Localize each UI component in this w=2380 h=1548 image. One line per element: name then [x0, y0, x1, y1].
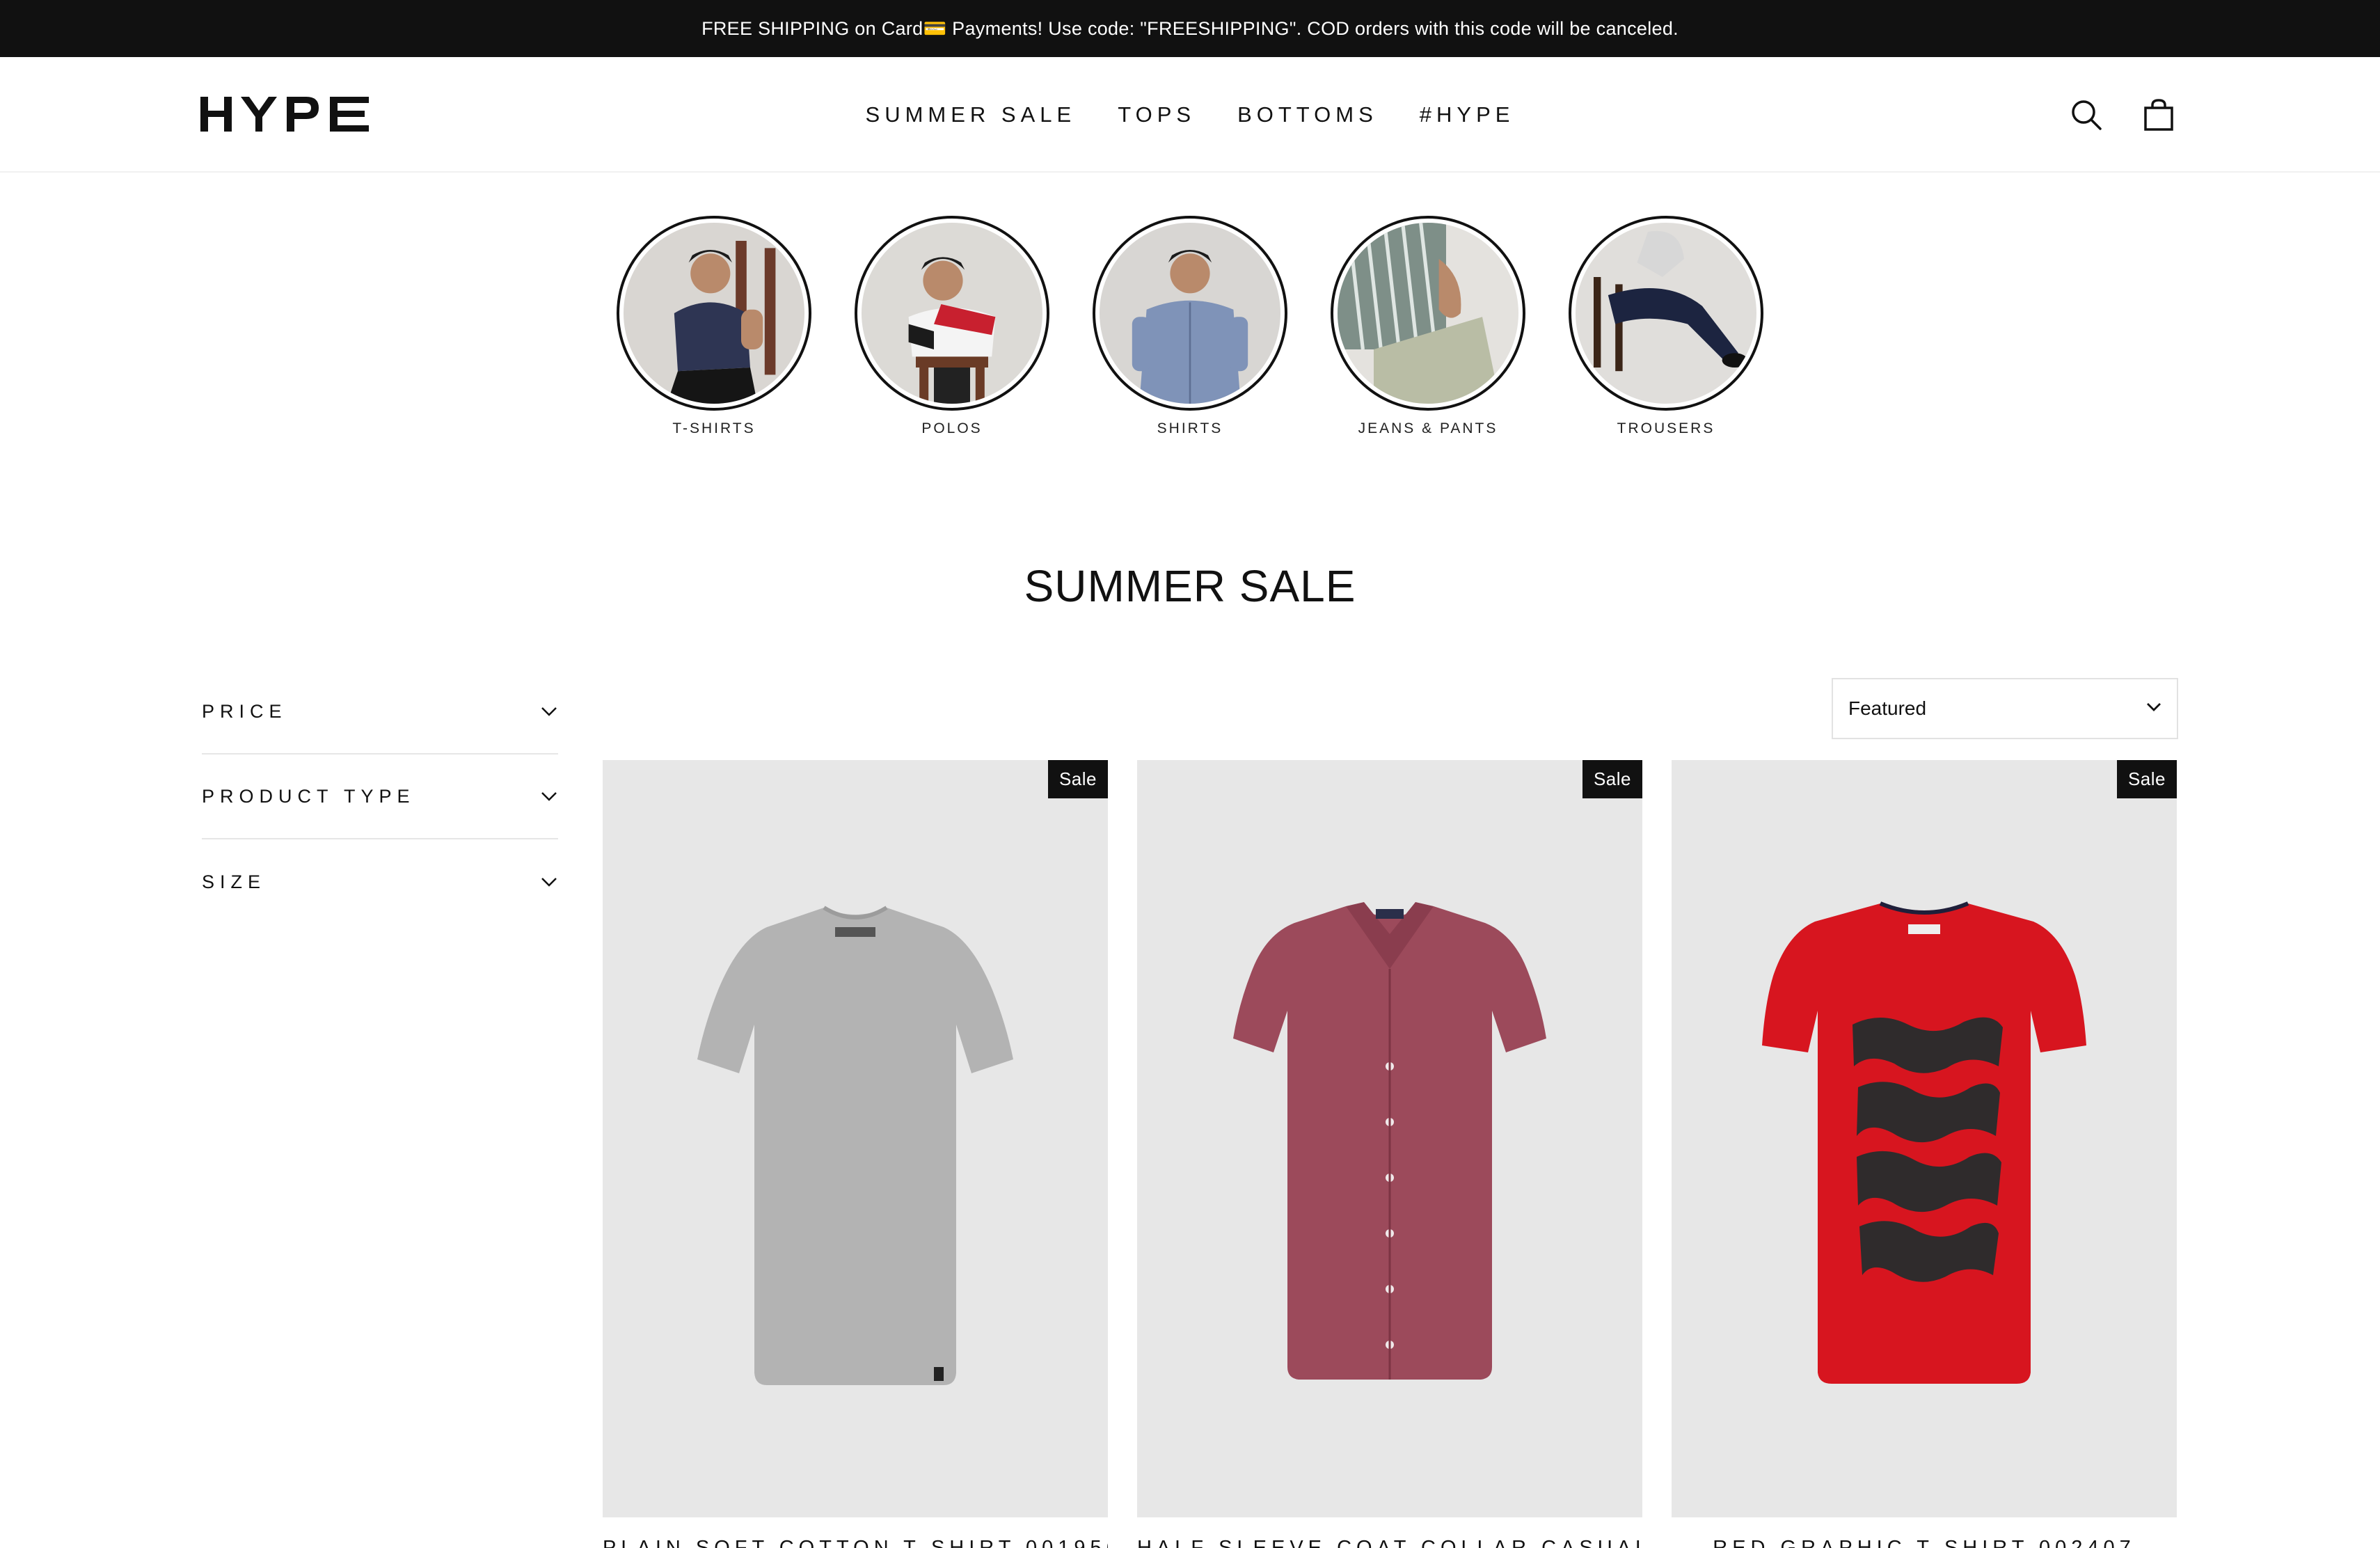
sale-badge: Sale [2116, 760, 2177, 798]
site-header: SUMMER SALE TOPS BOTTOMS #HYPE [0, 57, 2380, 173]
product-photo-burgundy-shirt [1233, 902, 1546, 1380]
product-grid: Sale PLAIN SOFT COTTON T-SHIRT 001956 Sa… [603, 760, 2178, 1548]
category-image-jeans-pants [1338, 223, 1518, 404]
category-trousers[interactable]: TROUSERS [1569, 216, 1763, 445]
category-polos[interactable]: POLOS [855, 216, 1049, 445]
category-label: T-SHIRTS [672, 420, 756, 436]
category-image-frame [855, 216, 1049, 411]
product-image: Sale [1137, 760, 1642, 1517]
category-label: SHIRTS [1157, 420, 1223, 436]
nav-bottoms[interactable]: BOTTOMS [1216, 102, 1399, 127]
category-image-shirts [1100, 223, 1280, 404]
category-image-polos [862, 223, 1042, 404]
filter-label: PRICE [202, 700, 287, 722]
nav-hype[interactable]: #HYPE [1399, 102, 1536, 127]
announcement-bar: FREE SHIPPING on Card💳 Payments! Use cod… [0, 0, 2380, 57]
category-image-frame [1331, 216, 1525, 411]
category-image-frame [1093, 216, 1287, 411]
product-title: HALF SLEEVE COAT COLLAR CASUAL [1137, 1537, 1642, 1548]
sale-badge: Sale [1582, 760, 1642, 798]
category-carousel: T-SHIRTS POLOS SHIRTS JEANS & PANTS TROU… [0, 216, 2380, 445]
filter-size[interactable]: SIZE [202, 839, 558, 924]
product-card[interactable]: Sale HALF SLEEVE COAT COLLAR CASUAL [1137, 760, 1642, 1548]
category-label: POLOS [921, 420, 983, 436]
category-image-frame [617, 216, 811, 411]
filter-label: SIZE [202, 871, 267, 892]
category-label: TROUSERS [1617, 420, 1715, 436]
category-image-frame [1569, 216, 1763, 411]
search-button[interactable] [2068, 97, 2104, 133]
product-photo-red-graphic-tshirt [1762, 901, 2086, 1384]
sort-select[interactable]: Featured [1832, 678, 2178, 739]
collection-title: SUMMER SALE [1024, 561, 1356, 611]
nav-summer-sale[interactable]: SUMMER SALE [845, 102, 1097, 127]
filter-product-type[interactable]: PRODUCT TYPE [202, 755, 558, 839]
filter-label: PRODUCT TYPE [202, 785, 415, 807]
category-shirts[interactable]: SHIRTS [1093, 216, 1287, 445]
sale-badge: Sale [1047, 760, 1108, 798]
product-card[interactable]: Sale RED GRAPHIC T-SHIRT 002407 [1672, 760, 2177, 1548]
cart-button[interactable] [2141, 97, 2177, 133]
nav-tops[interactable]: TOPS [1097, 102, 1216, 127]
product-photo-grey-tshirt [697, 906, 1013, 1385]
product-title: RED GRAPHIC T-SHIRT 002407 [1713, 1537, 2136, 1548]
category-image-tshirts [624, 223, 804, 404]
product-card[interactable]: Sale PLAIN SOFT COTTON T-SHIRT 001956 [603, 760, 1108, 1548]
main-nav: SUMMER SALE TOPS BOTTOMS #HYPE [0, 57, 2380, 173]
search-icon [2072, 100, 2102, 130]
filter-price[interactable]: PRICE [202, 670, 558, 755]
product-image: Sale [1672, 760, 2177, 1517]
announcement-text: FREE SHIPPING on Card💳 Payments! Use cod… [701, 18, 1679, 39]
category-label: JEANS & PANTS [1358, 420, 1498, 436]
cart-icon [2144, 99, 2173, 131]
category-image-trousers [1576, 223, 1756, 404]
category-jeans-pants[interactable]: JEANS & PANTS [1331, 216, 1525, 445]
chevron-down-icon [540, 873, 558, 891]
sort-selected-value: Featured [1848, 697, 1927, 719]
filter-sidebar: PRICE PRODUCT TYPE SIZE [202, 670, 558, 924]
product-image: Sale [603, 760, 1108, 1517]
chevron-down-icon [540, 787, 558, 805]
chevron-down-icon [2146, 702, 2161, 716]
category-tshirts[interactable]: T-SHIRTS [617, 216, 811, 445]
product-title: PLAIN SOFT COTTON T-SHIRT 001956 [603, 1537, 1108, 1548]
chevron-down-icon [540, 702, 558, 720]
